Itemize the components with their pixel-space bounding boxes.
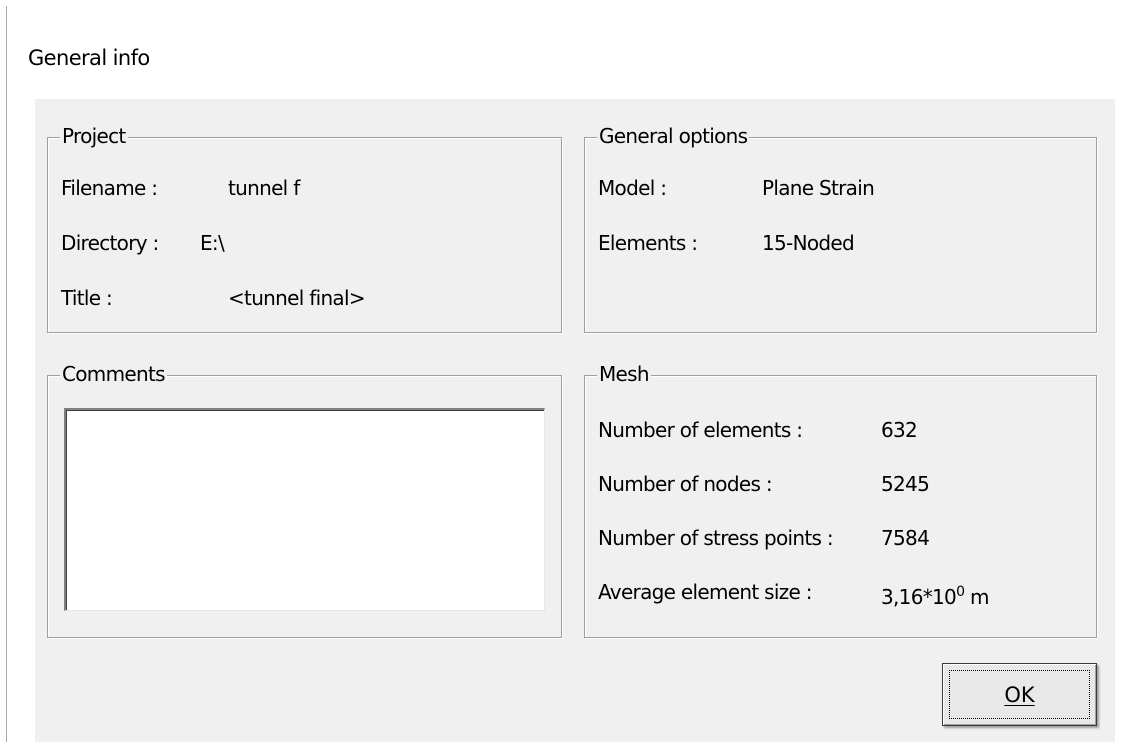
comments-legend: Comments: [60, 360, 167, 388]
title-label: Title :: [61, 286, 113, 310]
mesh-legend: Mesh: [597, 360, 651, 388]
average-element-size-unit: m: [969, 585, 989, 609]
comments-textarea[interactable]: [64, 408, 545, 611]
model-label: Model :: [598, 176, 667, 200]
focus-rectangle: [949, 670, 1090, 719]
number-of-elements-label: Number of elements :: [598, 418, 803, 442]
title-value: <tunnel final>: [228, 286, 366, 310]
filename-value: tunnel f: [228, 176, 300, 200]
general-options-group: General options Model : Plane Strain Ele…: [584, 122, 1097, 333]
number-of-elements-value: 632: [881, 418, 918, 442]
average-element-size-label: Average element size :: [598, 580, 812, 604]
dialog-client-area: Project Filename : tunnel f Directory : …: [35, 99, 1115, 742]
mesh-group: Mesh Number of elements : 632 Number of …: [584, 360, 1097, 638]
filename-label: Filename :: [61, 176, 158, 200]
average-element-size-mantissa: 3,16*10: [881, 585, 957, 609]
project-group: Project Filename : tunnel f Directory : …: [47, 122, 562, 333]
dialog-title: General info: [28, 46, 150, 70]
ok-button[interactable]: OK: [942, 663, 1097, 726]
average-element-size-exponent: 0: [956, 584, 965, 600]
number-of-stress-points-label: Number of stress points :: [598, 526, 834, 550]
directory-value: E:\: [200, 231, 225, 255]
model-value: Plane Strain: [762, 176, 875, 200]
comments-group: Comments: [47, 360, 562, 638]
average-element-size-value: 3,16*100 m: [881, 578, 989, 611]
project-group-legend: Project: [60, 122, 128, 150]
directory-label: Directory :: [61, 231, 159, 255]
number-of-nodes-label: Number of nodes :: [598, 472, 773, 496]
elements-label: Elements :: [598, 231, 698, 255]
number-of-stress-points-value: 7584: [881, 526, 930, 550]
general-options-legend: General options: [597, 122, 750, 150]
elements-value: 15-Noded: [762, 231, 855, 255]
general-info-dialog: General info Project Filename : tunnel f…: [6, 6, 1123, 742]
number-of-nodes-value: 5245: [881, 472, 930, 496]
